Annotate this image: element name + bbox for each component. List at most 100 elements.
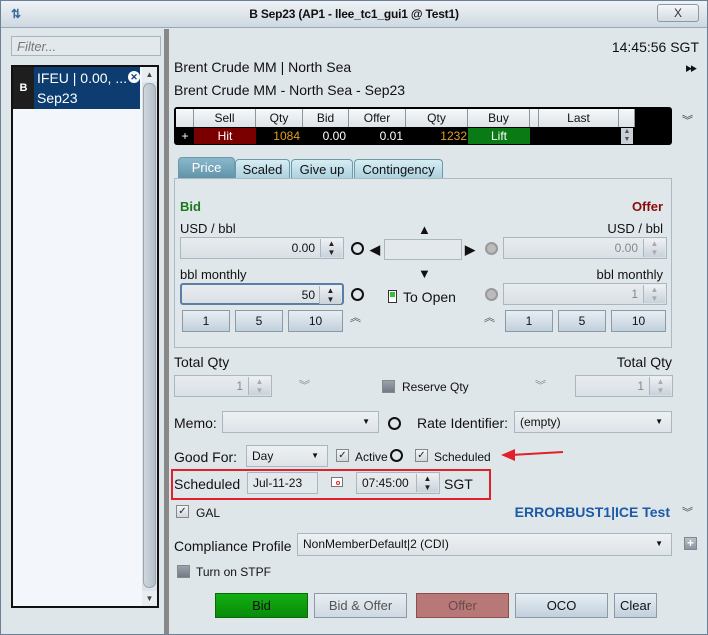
scroll-up-icon[interactable]: ▲ (142, 67, 157, 82)
good-for-dropdown[interactable]: Day ▼ (246, 445, 328, 467)
arrow-right-icon[interactable]: ▶ (465, 242, 475, 258)
scheduled-date-input[interactable]: Jul-11-23 (247, 472, 318, 494)
col-header-last[interactable]: Last (539, 109, 619, 127)
fast-forward-icon[interactable]: ⏩︎ (686, 59, 697, 76)
offer-qty-stepper[interactable]: ▲ ▼ (643, 285, 665, 303)
scheduled-time-input[interactable]: 07:45:00 ▲ ▼ (356, 472, 440, 494)
memo-label: Memo: (174, 415, 217, 431)
offer-increment-10-button[interactable]: 10 (611, 310, 666, 332)
stpf-checkbox[interactable] (177, 565, 190, 578)
arrow-left-icon[interactable]: ◀ (370, 242, 380, 258)
offer-total-qty-input[interactable]: 1 ▲ ▼ (575, 375, 673, 397)
sidebar: Filter... B IFEU | 0.00, ... ✕ Sep23 ▲ ▼ (4, 29, 164, 629)
bid-increment-5-button[interactable]: 5 (235, 310, 283, 332)
col-header-offer[interactable]: Offer (349, 109, 406, 127)
offer-price-input[interactable]: 0.00 ▲ ▼ (503, 237, 667, 259)
to-open-icon[interactable] (388, 290, 397, 303)
rate-identifier-label: Rate Identifier: (417, 415, 509, 431)
scheduled-time-stepper[interactable]: ▲ ▼ (416, 474, 438, 492)
stpf-label: Turn on STPF (196, 565, 271, 579)
active-label: Active (355, 450, 388, 464)
plus-icon[interactable]: + (684, 537, 697, 550)
good-for-value: Day (252, 449, 274, 463)
bid-qty-stepper[interactable]: ▲ ▼ (319, 286, 341, 304)
offer-qty-radio[interactable] (485, 288, 498, 301)
rate-identifier-dropdown[interactable]: (empty) ▼ (514, 411, 672, 433)
list-scrollbar[interactable]: ▲ ▼ (142, 67, 157, 606)
tab-contingency[interactable]: Contingency (354, 159, 443, 179)
spread-input[interactable] (384, 239, 462, 260)
bid-increment-10-button[interactable]: 10 (288, 310, 343, 332)
col-header-buy[interactable]: Buy (468, 109, 530, 127)
active-checkbox[interactable]: ✓ (336, 449, 349, 462)
offer-increment-1-button[interactable]: 1 (505, 310, 553, 332)
offer-price-value: 0.00 (614, 241, 638, 255)
expand-bid-total-icon[interactable]: ︾ (299, 377, 310, 393)
arrow-up-icon[interactable]: ▲ (418, 222, 431, 237)
bid-and-offer-button[interactable]: Bid & Offer (314, 593, 407, 618)
reserve-qty-checkbox[interactable] (382, 380, 395, 393)
col-header-sell[interactable]: Sell (194, 109, 256, 127)
close-icon[interactable]: ✕ (128, 71, 140, 83)
account-label[interactable]: ERRORBUST1|ICE Test (515, 504, 670, 520)
lift-button[interactable]: Lift (468, 128, 530, 144)
calendar-icon[interactable] (331, 477, 343, 487)
bid-button[interactable]: Bid (215, 593, 308, 618)
bid-price-input[interactable]: 0.00 ▲ ▼ (180, 237, 344, 259)
tab-give-up[interactable]: Give up (291, 159, 353, 179)
clear-button[interactable]: Clear (614, 593, 657, 618)
active-radio[interactable] (390, 449, 403, 462)
scroll-thumb[interactable] (143, 83, 156, 588)
bid-increment-1-button[interactable]: 1 (182, 310, 230, 332)
bid-qty-input[interactable]: 50 ▲ ▼ (180, 283, 344, 305)
bid-price-stepper[interactable]: ▲ ▼ (320, 239, 342, 257)
arrow-down-icon[interactable]: ▼ (418, 266, 431, 281)
chevron-down-icon: ▼ (655, 539, 663, 548)
row-scroll-icon[interactable]: ▲ ▼ (621, 128, 633, 144)
col-header-offer-qty[interactable]: Qty (406, 109, 468, 127)
expand-offer-total-icon[interactable]: ︾ (535, 377, 546, 393)
compliance-profile-dropdown[interactable]: NonMemberDefault|2 (CDI) ▼ (297, 533, 672, 556)
expand-account-icon[interactable]: ︾ (682, 504, 693, 520)
tab-price[interactable]: Price (178, 157, 235, 179)
bid-qty-cell: 1084 (273, 129, 300, 143)
scheduled-checkbox[interactable]: ✓ (415, 449, 428, 462)
order-ticket-window: ⇅ B Sep23 (AP1 - llee_tc1_gui1 @ Test1) … (0, 0, 708, 635)
offer-price-stepper[interactable]: ▲ ▼ (643, 239, 665, 257)
tab-scaled[interactable]: Scaled (235, 159, 290, 179)
collapse-offer-icon[interactable]: ︽ (484, 309, 495, 325)
offer-price-radio[interactable] (485, 242, 498, 255)
collapse-bid-icon[interactable]: ︽ (350, 309, 361, 325)
to-open-label: To Open (403, 289, 456, 305)
price-panel: Bid Offer USD / bbl 0.00 ▲ ▼ ◀ bbl monthl… (174, 178, 672, 348)
col-header-bid[interactable]: Bid (303, 109, 349, 127)
bid-qty-radio[interactable] (351, 288, 364, 301)
expand-chevron-icon[interactable]: ︾ (682, 112, 693, 128)
filter-input[interactable]: Filter... (11, 36, 161, 56)
chevron-down-icon: ▼ (655, 417, 663, 426)
scroll-down-icon[interactable]: ▼ (142, 591, 157, 606)
offer-button[interactable]: Offer (416, 593, 509, 618)
bid-total-qty-stepper[interactable]: ▲ ▼ (248, 377, 270, 395)
memo-radio[interactable] (388, 417, 401, 430)
oco-button[interactable]: OCO (515, 593, 608, 618)
bid-cell[interactable]: 0.00 (303, 128, 349, 144)
expand-icon[interactable]: + (176, 128, 194, 144)
chevron-down-icon: ▼ (362, 417, 370, 426)
close-button[interactable]: X (657, 4, 699, 22)
offer-total-qty-stepper[interactable]: ▲ ▼ (649, 377, 671, 395)
list-item[interactable]: B IFEU | 0.00, ... ✕ Sep23 (13, 67, 140, 109)
last-cell (539, 128, 619, 144)
col-header-bid-qty[interactable]: Qty (256, 109, 303, 127)
offer-increment-5-button[interactable]: 5 (558, 310, 606, 332)
hit-button[interactable]: Hit (194, 128, 256, 144)
offer-qty-input[interactable]: 1 ▲ ▼ (503, 283, 667, 305)
offer-cell[interactable]: 0.01 (349, 128, 406, 144)
bid-price-radio[interactable] (351, 242, 364, 255)
gal-checkbox[interactable]: ✓ (176, 505, 189, 518)
clock: 14:45:56 SGT (611, 39, 699, 55)
col-header-end (619, 109, 635, 127)
scheduled-checkbox-label: Scheduled (434, 450, 491, 464)
bid-total-qty-input[interactable]: 1 ▲ ▼ (174, 375, 272, 397)
memo-dropdown[interactable]: ▼ (222, 411, 379, 433)
